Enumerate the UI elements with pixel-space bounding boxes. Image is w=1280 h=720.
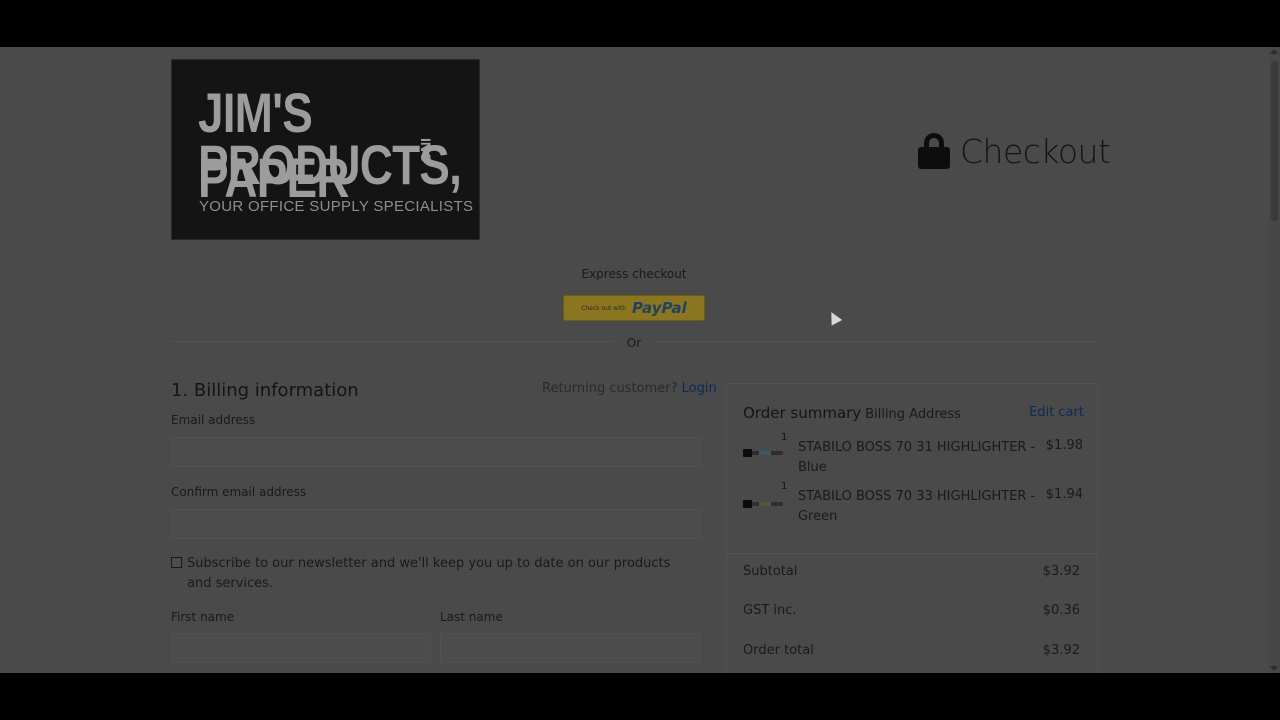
paypal-logo-pal: Pal (661, 299, 687, 317)
item-price: $1.98 (1045, 438, 1083, 453)
order-total-value: $3.92 (1042, 643, 1080, 658)
item-price: $1.94 (1045, 487, 1083, 502)
mouse-cursor-icon (826, 309, 843, 326)
order-summary-heading: Order summary (743, 404, 862, 422)
gst-label: GST inc. (743, 603, 797, 618)
paypal-button-caption: Check out with (581, 304, 627, 312)
scroll-up-arrow-icon[interactable] (1270, 49, 1278, 54)
pen-accent-green (759, 502, 771, 506)
email-field[interactable] (171, 437, 701, 467)
order-total-row: Order total $3.92 (743, 643, 1080, 658)
paypal-checkout-button[interactable]: Check out with PayPal (563, 295, 705, 321)
list-item: 1 STABILO BOSS 70 31 HIGHLIGHTER - Blue … (743, 432, 1083, 475)
returning-customer: Returning customer? Login (542, 381, 717, 396)
letterbox-top (0, 0, 1280, 47)
order-summary-title: Order summary Billing Address (743, 404, 961, 422)
first-name-label: First name (171, 610, 235, 624)
gst-value: $0.36 (1042, 603, 1080, 618)
billing-address-label: Billing Address (865, 407, 961, 422)
item-quantity: 1 (781, 481, 788, 492)
scroll-thumb[interactable] (1271, 61, 1278, 221)
newsletter-checkbox[interactable] (171, 557, 182, 568)
lock-icon (918, 133, 950, 169)
subtotal-label: Subtotal (743, 564, 798, 579)
returning-customer-text: Returning customer? (542, 381, 678, 396)
store-logo[interactable]: JIM'S PAPER PRODUCTS, INC YOUR OFFICE SU… (171, 59, 480, 240)
logo-inc: INC (418, 138, 434, 163)
highlighter-image (743, 499, 785, 509)
or-label: Or (614, 336, 654, 350)
newsletter-label: Subscribe to our newsletter and we'll ke… (187, 556, 671, 591)
page-title: Checkout (918, 131, 1111, 171)
scroll-down-arrow-icon[interactable] (1270, 666, 1278, 671)
edit-cart-link[interactable]: Edit cart (1029, 405, 1084, 420)
login-link[interactable]: Login (682, 381, 717, 396)
express-checkout-label: Express checkout (581, 267, 687, 281)
subtotal-value: $3.92 (1042, 564, 1080, 579)
checkout-title: Checkout (960, 131, 1111, 171)
paypal-logo-pay: Pay (632, 299, 662, 317)
item-name: STABILO BOSS 70 33 HIGHLIGHTER - Green (798, 489, 1036, 524)
email-label: Email address (171, 413, 256, 427)
vertical-scrollbar[interactable] (1269, 47, 1280, 673)
pen-accent-blue (759, 451, 771, 455)
item-quantity: 1 (781, 432, 788, 443)
confirm-email-field[interactable] (171, 509, 701, 539)
billing-section-title: 1. Billing information (171, 380, 359, 401)
paypal-logo: PayPal (632, 299, 687, 317)
browser-viewport: JIM'S PAPER PRODUCTS, INC YOUR OFFICE SU… (0, 47, 1280, 673)
last-name-label: Last name (440, 610, 503, 624)
subtotal-row: Subtotal $3.92 (743, 564, 1080, 579)
logo-tagline: YOUR OFFICE SUPPLY SPECIALISTS (199, 198, 474, 215)
item-name: STABILO BOSS 70 31 HIGHLIGHTER - Blue (798, 440, 1036, 475)
gst-row: GST inc. $0.36 (743, 603, 1080, 618)
summary-divider (727, 553, 1097, 554)
last-name-field[interactable] (440, 633, 701, 663)
order-total-label: Order total (743, 643, 814, 658)
letterbox-bottom (0, 673, 1280, 720)
first-name-field[interactable] (171, 633, 431, 663)
list-item: 1 STABILO BOSS 70 33 HIGHLIGHTER - Green… (743, 481, 1083, 531)
confirm-email-label: Confirm email address (171, 485, 307, 499)
highlighter-image (743, 448, 785, 458)
